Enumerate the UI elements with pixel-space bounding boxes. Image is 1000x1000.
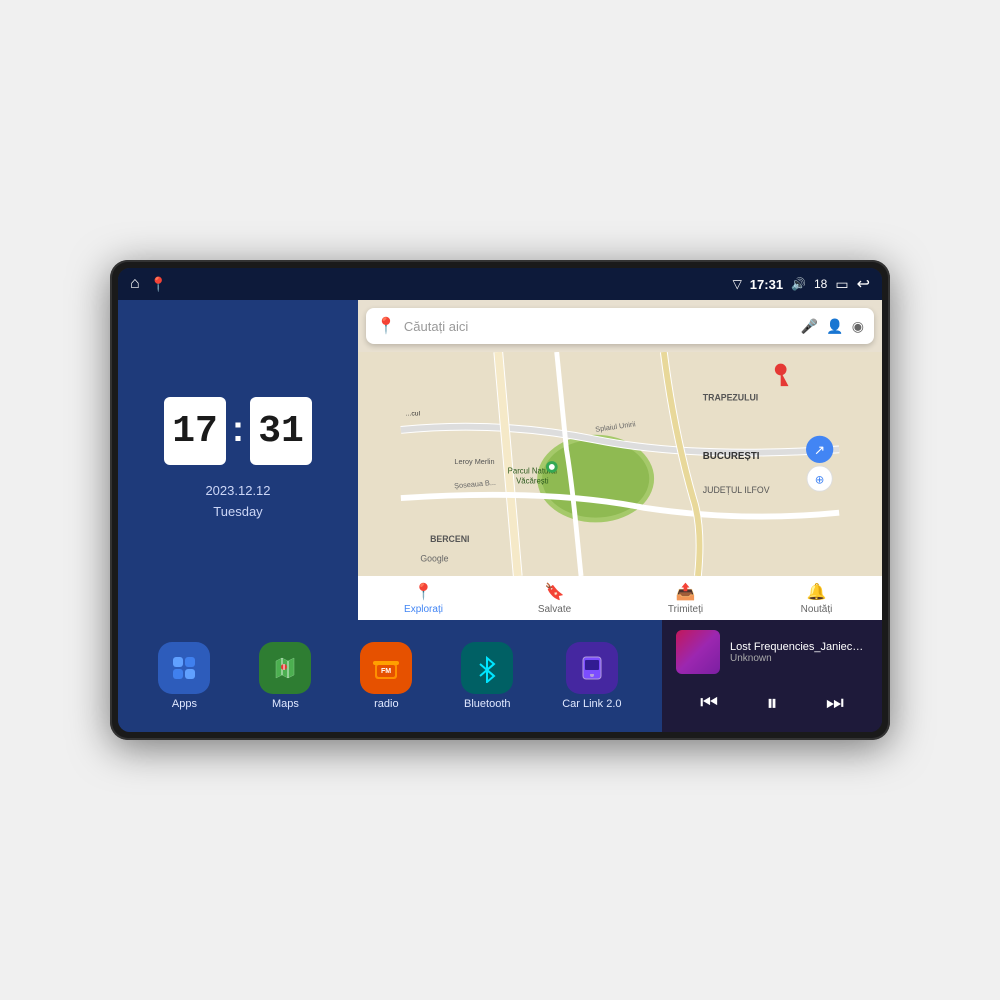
map-panel[interactable]: 📍 Căutați aici 🎤 👤 ◉ — [358, 300, 882, 620]
top-section: 17 : 31 2023.12.12 Tuesday 📍 Căutați aic… — [118, 300, 882, 620]
svg-text:FM: FM — [381, 668, 391, 675]
maps-app-icon — [270, 653, 300, 683]
carlink-icon-wrapper — [566, 642, 618, 694]
map-bottom-nav: 📍 Explorați 🔖 Salvate 📤 Trimiteți � — [358, 576, 882, 620]
music-thumb-inner — [676, 630, 720, 674]
status-right: ▽ 17:31 🔊 18 ▭ ↩ — [733, 274, 870, 294]
saved-label: Salvate — [538, 604, 571, 615]
radio-icon-wrapper: FM — [360, 642, 412, 694]
mic-icon[interactable]: 🎤 — [801, 318, 818, 335]
app-item-bluetooth[interactable]: Bluetooth — [461, 642, 513, 710]
device-screen: ⌂ 📍 ▽ 17:31 🔊 18 ▭ ↩ 17 : — [118, 268, 882, 732]
radio-label: radio — [374, 698, 398, 710]
svg-text:BERCENI: BERCENI — [430, 534, 469, 544]
map-pin-icon: 📍 — [376, 316, 396, 336]
main-content: 17 : 31 2023.12.12 Tuesday 📍 Căutați aic… — [118, 300, 882, 732]
svg-text:TRAPEZULUI: TRAPEZULUI — [703, 393, 758, 403]
maps-icon[interactable]: 📍 — [150, 276, 167, 293]
share-icon: 📤 — [676, 582, 696, 602]
explore-label: Explorați — [404, 604, 443, 615]
svg-text:↗: ↗ — [814, 442, 825, 457]
map-nav-share[interactable]: 📤 Trimiteți — [620, 576, 751, 620]
svg-text:⊕: ⊕ — [815, 473, 825, 486]
svg-text:...cul: ...cul — [406, 410, 421, 417]
apps-icon — [170, 654, 198, 682]
radio-icon: FM — [371, 653, 401, 683]
clock-hours: 17 — [164, 397, 226, 465]
status-bar: ⌂ 📍 ▽ 17:31 🔊 18 ▭ ↩ — [118, 268, 882, 300]
music-controls: ⏮ ⏸ ⏭ — [676, 686, 868, 720]
app-item-apps[interactable]: Apps — [158, 642, 210, 710]
app-item-radio[interactable]: FM radio — [360, 642, 412, 710]
bluetooth-icon — [472, 653, 502, 683]
map-nav-saved[interactable]: 🔖 Salvate — [489, 576, 620, 620]
clock-display: 17 : 31 — [164, 397, 312, 465]
clock-date: 2023.12.12 Tuesday — [205, 481, 270, 523]
music-text: Lost Frequencies_Janieck Devy-... Unknow… — [730, 641, 868, 664]
next-button[interactable]: ⏭ — [818, 688, 852, 719]
music-panel: Lost Frequencies_Janieck Devy-... Unknow… — [662, 620, 882, 732]
back-icon[interactable]: ↩ — [857, 274, 870, 294]
battery-icon: ▭ — [835, 276, 848, 293]
news-icon: 🔔 — [807, 582, 827, 602]
app-item-carlink[interactable]: Car Link 2.0 — [562, 642, 621, 710]
status-left-icons: ⌂ 📍 — [130, 275, 167, 293]
map-search-bar[interactable]: 📍 Căutați aici 🎤 👤 ◉ — [366, 308, 874, 344]
car-head-unit: ⌂ 📍 ▽ 17:31 🔊 18 ▭ ↩ 17 : — [110, 260, 890, 740]
clock-panel: 17 : 31 2023.12.12 Tuesday — [118, 300, 358, 620]
carlink-icon — [577, 653, 607, 683]
map-search-input[interactable]: Căutați aici — [404, 319, 793, 334]
map-nav-news[interactable]: 🔔 Noutăți — [751, 576, 882, 620]
svg-text:JUDEȚUL ILFOV: JUDEȚUL ILFOV — [703, 485, 770, 495]
bottom-section: Apps Maps — [118, 620, 882, 732]
clock-minutes: 31 — [250, 397, 312, 465]
bluetooth-label: Bluetooth — [464, 698, 510, 710]
maps-app-label: Maps — [272, 698, 299, 710]
signal-icon: ▽ — [733, 277, 742, 291]
carlink-label: Car Link 2.0 — [562, 698, 621, 710]
news-label: Noutăți — [801, 604, 833, 615]
battery-level: 18 — [814, 277, 827, 291]
svg-text:Văcărești: Văcărești — [516, 476, 549, 485]
share-label: Trimiteți — [668, 604, 703, 615]
explore-icon: 📍 — [414, 582, 434, 602]
app-item-maps[interactable]: Maps — [259, 642, 311, 710]
map-nav-explore[interactable]: 📍 Explorați — [358, 576, 489, 620]
music-title: Lost Frequencies_Janieck Devy-... — [730, 641, 868, 653]
map-content: TRAPEZULUI BUCUREȘTI JUDEȚUL ILFOV BERCE… — [358, 352, 882, 576]
music-artist: Unknown — [730, 653, 868, 664]
prev-button[interactable]: ⏮ — [692, 688, 726, 719]
music-thumbnail — [676, 630, 720, 674]
map-svg: TRAPEZULUI BUCUREȘTI JUDEȚUL ILFOV BERCE… — [358, 352, 882, 576]
layers-icon[interactable]: ◉ — [852, 318, 864, 335]
play-pause-button[interactable]: ⏸ — [758, 686, 785, 720]
home-icon[interactable]: ⌂ — [130, 275, 140, 293]
time-display: 17:31 — [750, 277, 783, 292]
maps-app-icon-wrapper — [259, 642, 311, 694]
apps-icon-wrapper — [158, 642, 210, 694]
svg-text:Google: Google — [420, 553, 448, 563]
saved-icon: 🔖 — [545, 582, 565, 602]
map-search-icons: 🎤 👤 ◉ — [801, 318, 864, 335]
svg-text:Leroy Merlin: Leroy Merlin — [454, 457, 494, 466]
music-info: Lost Frequencies_Janieck Devy-... Unknow… — [676, 630, 868, 674]
apps-label: Apps — [172, 698, 197, 710]
svg-text:BUCUREȘTI: BUCUREȘTI — [703, 451, 760, 462]
volume-icon: 🔊 — [791, 277, 806, 291]
bluetooth-icon-wrapper — [461, 642, 513, 694]
account-icon[interactable]: 👤 — [826, 318, 843, 335]
clock-colon: : — [232, 408, 244, 450]
app-launcher: Apps Maps — [118, 620, 662, 732]
